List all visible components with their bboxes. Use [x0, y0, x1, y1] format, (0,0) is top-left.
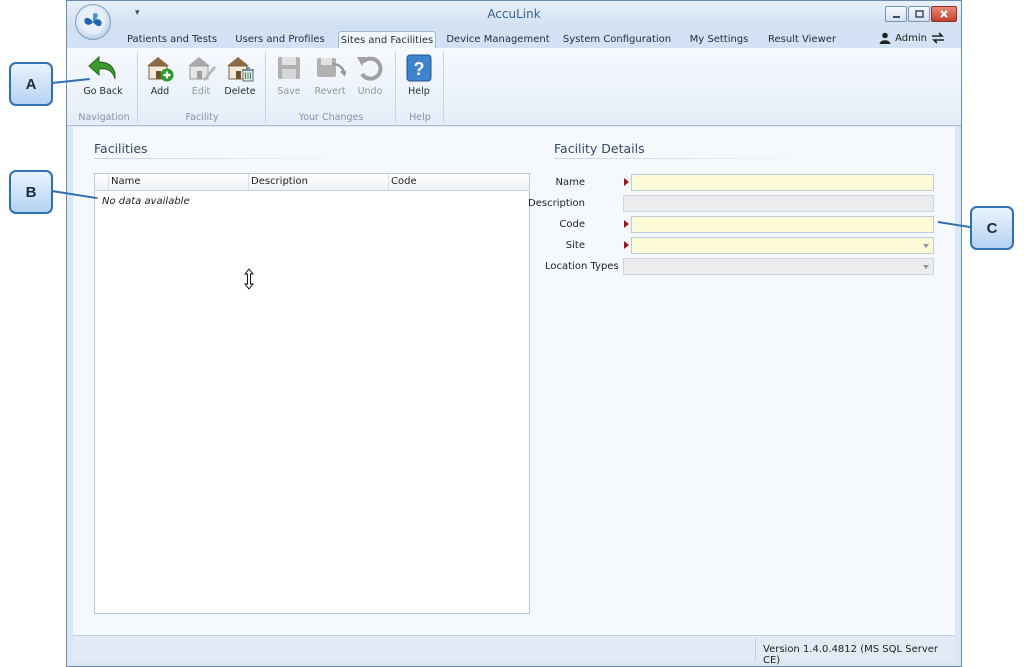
- switch-user-icon[interactable]: [931, 32, 945, 44]
- code-field[interactable]: [631, 216, 934, 233]
- user-name: Admin: [895, 32, 927, 44]
- app-logo-icon: [81, 10, 105, 34]
- ribbon-separator: [137, 51, 138, 123]
- ribbon-separator: [443, 51, 444, 123]
- app-title: AccuLink: [487, 7, 541, 21]
- edit-facility-button[interactable]: Edit: [179, 52, 223, 97]
- save-icon: [278, 57, 300, 79]
- status-bar: Version 1.4.0.4812 (MS SQL Server CE): [73, 635, 955, 666]
- facilities-title-rule: [94, 158, 354, 159]
- column-header-name[interactable]: Name: [111, 176, 141, 187]
- edit-facility-icon: [188, 57, 216, 81]
- facility-details-title-rule: [554, 158, 814, 159]
- restore-button[interactable]: [908, 6, 930, 22]
- location-types-label: Location Types: [545, 261, 619, 272]
- go-back-button[interactable]: Go Back: [81, 52, 125, 97]
- chevron-down-icon: [923, 265, 929, 269]
- close-icon: [940, 10, 948, 18]
- restore-icon: [914, 9, 924, 18]
- save-button[interactable]: Save: [267, 52, 311, 97]
- app-menu-button[interactable]: [75, 4, 111, 40]
- code-label: Code: [559, 219, 585, 230]
- description-label: Description: [528, 198, 585, 209]
- no-data-message: No data available: [102, 196, 190, 207]
- column-header-description[interactable]: Description: [251, 176, 308, 187]
- name-label: Name: [555, 177, 585, 188]
- user-menu[interactable]: Admin: [879, 32, 945, 44]
- help-icon: ?: [406, 54, 432, 82]
- revert-icon: [317, 58, 346, 77]
- location-types-dropdown[interactable]: [623, 258, 934, 275]
- required-marker: [624, 241, 629, 249]
- callout-b: B: [9, 170, 53, 214]
- delete-facility-icon: [227, 57, 254, 82]
- column-header-code[interactable]: Code: [391, 176, 417, 187]
- group-label-your-changes: Your Changes: [298, 112, 364, 123]
- version-info: Version 1.4.0.4812 (MS SQL Server CE): [763, 644, 939, 666]
- delete-facility-button[interactable]: Delete: [218, 52, 262, 97]
- ribbon: Go Back Add Edit Delete Save Revert Undo…: [67, 48, 961, 126]
- minimize-button[interactable]: [885, 6, 907, 22]
- callout-a: A: [9, 62, 53, 106]
- window-controls: [885, 6, 957, 22]
- group-label-help: Help: [409, 112, 431, 123]
- go-back-icon: [88, 55, 116, 80]
- close-button[interactable]: [931, 6, 957, 22]
- resize-cursor-icon: [244, 268, 254, 290]
- ribbon-separator: [265, 51, 266, 123]
- title-bar: ▾ AccuLink: [67, 1, 961, 29]
- app-window: ▾ AccuLink Patients and Tests Users and …: [66, 0, 962, 667]
- add-facility-icon: [147, 57, 174, 82]
- facility-details-title: Facility Details: [554, 141, 645, 156]
- required-marker: [624, 178, 629, 186]
- help-button[interactable]: ? Help: [397, 52, 441, 97]
- svg-text:?: ?: [414, 59, 425, 79]
- undo-icon: [357, 56, 383, 81]
- facilities-grid[interactable]: Name Description Code No data available: [94, 173, 530, 614]
- revert-button[interactable]: Revert: [308, 52, 352, 97]
- callout-c: C: [970, 206, 1014, 250]
- required-marker: [624, 220, 629, 228]
- group-label-facility: Facility: [185, 112, 219, 123]
- main-content: Facilities Name Description Code No data…: [73, 127, 955, 635]
- undo-button[interactable]: Undo: [348, 52, 392, 97]
- ribbon-separator: [395, 51, 396, 123]
- add-facility-button[interactable]: Add: [138, 52, 182, 97]
- chevron-down-icon: [923, 244, 929, 248]
- site-dropdown[interactable]: [631, 237, 934, 254]
- description-field[interactable]: [623, 195, 934, 212]
- facilities-title: Facilities: [94, 141, 148, 156]
- main-tab-strip: Patients and Tests Users and Profiles Si…: [67, 29, 961, 50]
- user-icon: [879, 32, 891, 44]
- facilities-grid-header: Name Description Code: [95, 174, 529, 191]
- name-field[interactable]: [631, 174, 934, 191]
- minimize-icon: [892, 15, 900, 18]
- site-label: Site: [565, 240, 585, 251]
- group-label-navigation: Navigation: [78, 112, 130, 123]
